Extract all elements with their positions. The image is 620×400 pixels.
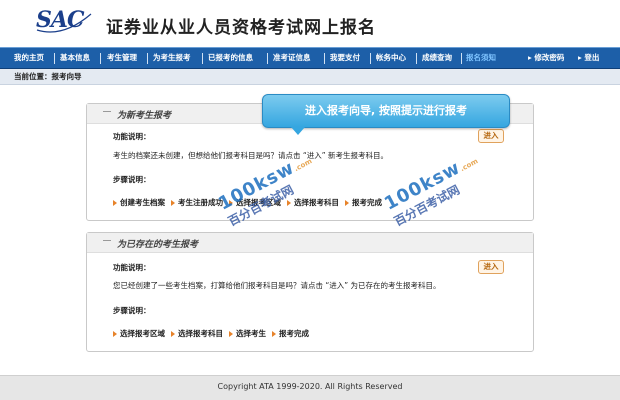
nav-divider [370, 53, 371, 64]
nav-home[interactable]: 我的主页 [14, 48, 44, 68]
guide-tooltip: 进入报考向导, 按照提示进行报考 [262, 94, 510, 128]
nav-divider [54, 53, 55, 64]
sac-logo: SAC [36, 7, 84, 33]
panel-title: 为已存在的考生报考 [102, 237, 198, 250]
arrow-icon [345, 199, 349, 206]
function-label: 功能说明： [113, 132, 151, 141]
nav-divider [461, 53, 462, 64]
arrow-icon [113, 330, 117, 337]
nav-registered-info[interactable]: 已报考的信息 [208, 48, 253, 68]
arrow-icon [171, 330, 175, 337]
nav-divider [324, 53, 325, 64]
nav-admission-ticket[interactable]: 准考证信息 [273, 48, 311, 68]
nav-score-query[interactable]: 成绩查询 [422, 48, 452, 68]
nav-basic-info[interactable]: 基本信息 [60, 48, 90, 68]
step-item: 选择考生 [229, 328, 266, 339]
arrow-icon [171, 199, 175, 206]
nav-divider [267, 53, 268, 64]
logout-label: 登出 [584, 53, 600, 62]
arrow-icon [229, 330, 233, 337]
steps-label: 步骤说明： [113, 306, 151, 315]
change-password-link[interactable]: ▸ 修改密码 [528, 48, 564, 68]
nav-divider [147, 53, 148, 64]
function-description: 考生的档案还未创建，但想给他们报考科目是吗？请点击 “进入” 新考生报考科目。 [113, 151, 389, 160]
function-description: 您已经创建了一些考生档案，打算给他们报考科目是吗？请点击 “进入” 为已存在的考… [113, 281, 441, 290]
step-item: 选择报考区域 [113, 328, 165, 339]
footer: Copyright ATA 1999-2020. All Rights Rese… [0, 375, 620, 400]
change-password-label: 修改密码 [534, 53, 565, 62]
step-item: 报考完成 [345, 197, 382, 208]
step-label: 选择报考科目 [178, 329, 223, 338]
arrow-icon [113, 199, 117, 206]
step-label: 报考完成 [352, 198, 382, 207]
steps-list: 选择报考区域 选择报考科目 选择考生 报考完成 [113, 328, 309, 339]
nav-register-for-candidate[interactable]: 为考生报考 [153, 48, 191, 68]
function-label: 功能说明： [113, 263, 151, 272]
nav-divider [100, 53, 101, 64]
step-label: 选择报考科目 [294, 198, 339, 207]
logout-link[interactable]: ▸ 登出 [578, 48, 599, 68]
step-label: 报考完成 [279, 329, 309, 338]
tooltip-tail [291, 127, 305, 135]
step-item: 选择报考科目 [171, 328, 223, 339]
panel-existing-candidate: 为已存在的考生报考 功能说明： 进入 您已经创建了一些考生档案，打算给他们报考科… [86, 232, 534, 352]
nav-payment[interactable]: 我要支付 [330, 48, 360, 68]
step-item: 报考完成 [272, 328, 309, 339]
nav-divider [202, 53, 203, 64]
step-item: 考生注册成功 [171, 197, 223, 208]
nav-candidate-management[interactable]: 考生管理 [107, 48, 137, 68]
step-label: 创建考生档案 [120, 198, 165, 207]
nav-registration-notice[interactable]: 报名须知 [466, 48, 496, 68]
site-title: 证券业从业人员资格考试网上报名 [106, 18, 376, 38]
main-nav: 我的主页 基本信息 考生管理 为考生报考 已报考的信息 准考证信息 我要支付 帐… [0, 47, 620, 69]
step-label: 选择报考区域 [120, 329, 165, 338]
enter-existing-candidate-button[interactable]: 进入 [478, 260, 504, 274]
step-label: 选择考生 [236, 329, 266, 338]
panel-header: 为已存在的考生报考 [87, 233, 533, 253]
nav-account-center[interactable]: 帐务中心 [376, 48, 406, 68]
enter-new-candidate-button[interactable]: 进入 [478, 129, 504, 143]
nav-divider [416, 53, 417, 64]
steps-label: 步骤说明： [113, 175, 151, 184]
step-item: 创建考生档案 [113, 197, 165, 208]
panel-title: 为新考生报考 [102, 108, 171, 121]
header: SAC 证券业从业人员资格考试网上报名 [0, 0, 620, 47]
arrow-icon [272, 330, 276, 337]
breadcrumb: 当前位置：报考向导 [0, 69, 620, 85]
step-item: 选择报考科目 [287, 197, 339, 208]
